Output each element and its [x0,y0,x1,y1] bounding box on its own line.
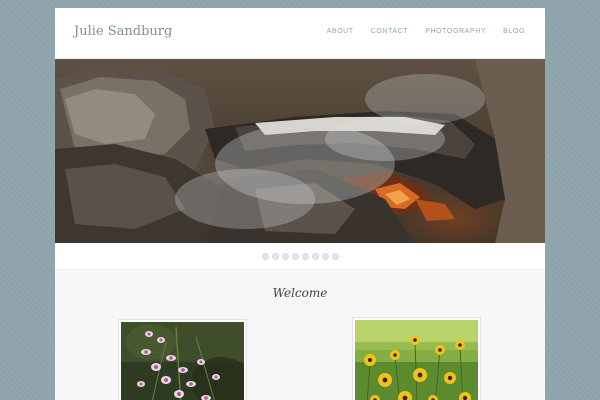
page-container: Julie Sandburg ABOUT CONTACT PHOTOGRAPHY… [55,8,545,400]
nav-item-blog[interactable]: BLOG [503,28,525,35]
slider-dot-5[interactable] [301,252,309,260]
welcome-heading: Welcome [272,286,328,300]
hero-slider[interactable] [55,59,545,243]
slider-dot-7[interactable] [321,252,329,260]
slider-dot-8[interactable] [331,252,339,260]
site-header: Julie Sandburg ABOUT CONTACT PHOTOGRAPHY… [55,8,545,59]
thumbnail-flowers-pink[interactable] [118,319,247,400]
site-title-link[interactable]: Julie Sandburg [74,24,172,39]
slider-dot-2[interactable] [271,252,279,260]
thumbnail-image-pink-flowers [121,322,244,400]
hero-image-campfire [55,59,545,243]
nav-item-contact[interactable]: CONTACT [371,28,409,35]
main-nav: ABOUT CONTACT PHOTOGRAPHY BLOG [327,28,525,35]
slider-dot-6[interactable] [311,252,319,260]
nav-item-photography[interactable]: PHOTOGRAPHY [425,28,486,35]
nav-item-about[interactable]: ABOUT [327,28,354,35]
thumbnail-image-yellow-flowers [355,320,478,400]
thumbnail-flowers-yellow[interactable] [352,317,481,400]
slider-dot-3[interactable] [281,252,289,260]
main-content: Welcome [55,269,545,400]
slider-pagination [55,243,545,269]
slider-dot-1[interactable] [261,252,269,260]
slider-dot-4[interactable] [291,252,299,260]
